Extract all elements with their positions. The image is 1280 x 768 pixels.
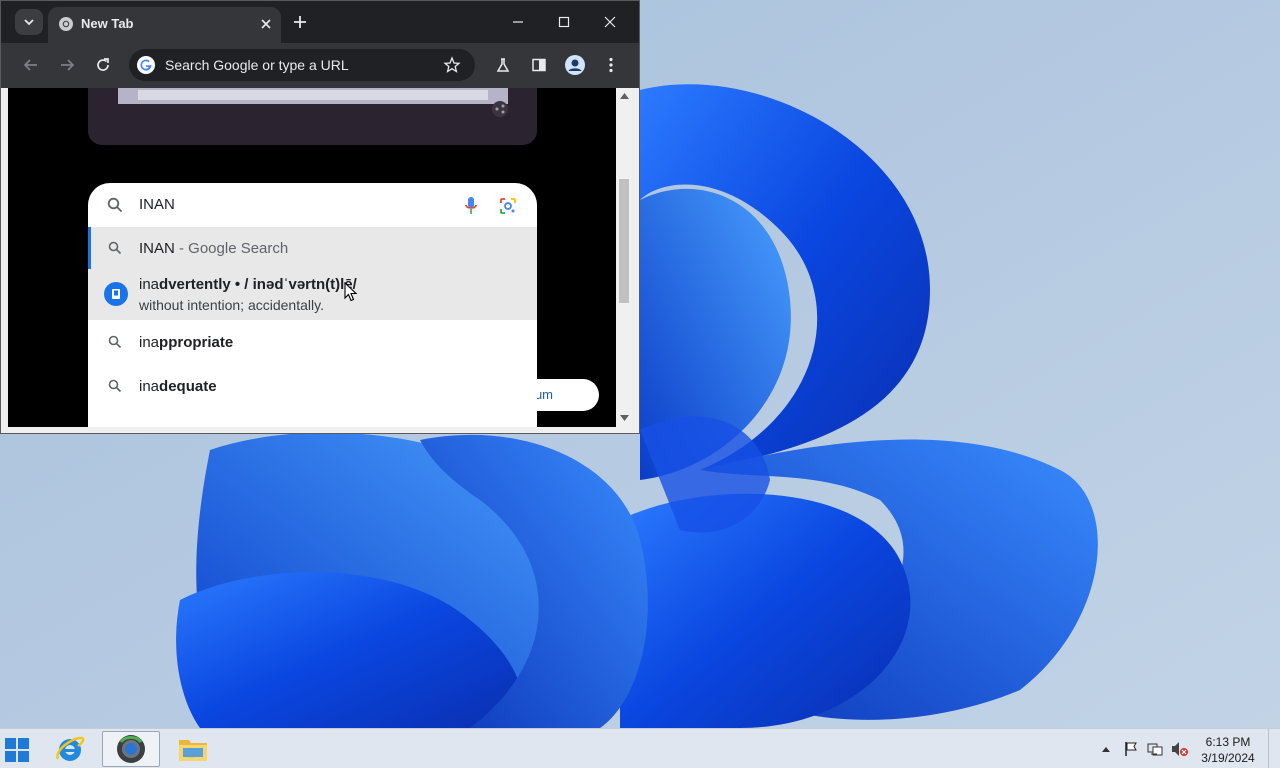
window-border [1, 427, 639, 433]
suggestion-google-search[interactable]: INAN - Google Search [88, 227, 537, 269]
taskbar-app-chrome[interactable] [102, 731, 160, 767]
scroll-up-arrow-icon[interactable] [620, 93, 629, 99]
suggestion-item[interactable]: inadequate [88, 364, 537, 408]
reload-icon [97, 58, 109, 71]
address-bar[interactable]: Search Google or type a URL [129, 49, 475, 81]
profile-icon [565, 55, 585, 75]
network-icon[interactable] [1147, 741, 1163, 757]
browser-menu-button[interactable] [600, 54, 622, 76]
minimize-icon [513, 21, 523, 23]
dictionary-icon [104, 282, 128, 306]
profile-button[interactable] [564, 54, 586, 76]
tab-new-tab[interactable]: New Tab [48, 7, 281, 43]
windows-start-icon[interactable] [4, 737, 30, 763]
clock-date: 3/19/2024 [1201, 751, 1255, 765]
action-center-flag-icon[interactable] [1123, 741, 1139, 757]
suggestion-item[interactable]: inappropriate [88, 320, 537, 364]
suggestion-text: inadequate [139, 378, 217, 395]
share-icon[interactable] [492, 101, 508, 117]
flask-icon [496, 58, 510, 72]
suggestion-text: inadvertently • / inədˈvərtn(t)lē/ [139, 276, 357, 293]
microphone-icon[interactable] [464, 196, 478, 216]
search-suggestions-popup: INAN INAN - Google Search inadvertently … [88, 183, 537, 427]
taskbar-app-internet-explorer[interactable] [41, 731, 99, 767]
taskbar: 6:13 PM 3/19/2024 [0, 728, 1280, 768]
window-border [1, 88, 8, 427]
system-clock[interactable]: 6:13 PM 3/19/2024 [1192, 734, 1264, 766]
maximize-button[interactable] [549, 9, 579, 35]
volume-muted-icon[interactable] [1171, 741, 1189, 757]
suggestion-dictionary[interactable]: inadvertently • / inədˈvərtn(t)lē/ witho… [88, 269, 537, 320]
chrome-icon [59, 17, 73, 31]
reload-button[interactable] [92, 54, 114, 76]
google-icon [137, 56, 155, 74]
search-icon [107, 197, 123, 213]
search-icon [108, 379, 122, 393]
side-panel-button[interactable] [528, 54, 550, 76]
close-icon[interactable] [257, 15, 275, 33]
search-box[interactable]: INAN [88, 183, 537, 227]
kebab-menu-icon [609, 57, 613, 73]
taskbar-app-file-explorer[interactable] [164, 731, 222, 767]
minimize-button[interactable] [503, 9, 533, 35]
chevron-down-icon [24, 19, 34, 26]
forward-button[interactable] [56, 54, 78, 76]
page-viewport: Premium INAN [8, 88, 616, 427]
show-desktop-button[interactable] [1268, 729, 1280, 768]
browser-window: New Tab Search Google or type a URL INAN… [0, 0, 640, 434]
internet-explorer-icon [56, 736, 85, 761]
tab-strip: New Tab [1, 1, 639, 43]
window-border [633, 88, 639, 427]
close-icon [604, 16, 616, 28]
doodle-image [118, 88, 508, 104]
address-bar-placeholder: Search Google or type a URL [165, 57, 349, 73]
search-icon [108, 241, 122, 255]
chrome-icon [117, 735, 145, 763]
tab-search-button[interactable] [15, 9, 43, 35]
browser-toolbar: Search Google or type a URL [1, 43, 639, 88]
side-panel-icon [532, 58, 546, 72]
forward-arrow-icon [61, 59, 75, 71]
star-icon[interactable] [443, 56, 461, 74]
page-scrollbar[interactable] [616, 88, 633, 427]
labs-button[interactable] [492, 54, 514, 76]
suggestion-text: INAN - Google Search [139, 240, 289, 257]
google-lens-icon[interactable] [499, 197, 517, 215]
maximize-icon [558, 16, 570, 28]
clock-time: 6:13 PM [1205, 735, 1251, 749]
plus-icon[interactable] [291, 13, 309, 31]
back-arrow-icon [23, 59, 37, 71]
close-window-button[interactable] [595, 9, 625, 35]
suggestion-definition: without intention; accidentally. [139, 297, 324, 313]
back-button[interactable] [20, 54, 42, 76]
show-hidden-icons-icon[interactable] [1102, 746, 1110, 752]
scroll-down-arrow-icon[interactable] [620, 415, 629, 421]
tab-title: New Tab [81, 16, 134, 31]
mouse-cursor-icon [344, 282, 358, 302]
suggestion-text: inappropriate [139, 334, 234, 351]
file-explorer-icon [179, 740, 207, 761]
search-icon [108, 335, 122, 349]
search-input[interactable]: INAN [139, 196, 175, 213]
google-doodle[interactable] [88, 88, 537, 145]
scrollbar-thumb[interactable] [619, 179, 629, 303]
